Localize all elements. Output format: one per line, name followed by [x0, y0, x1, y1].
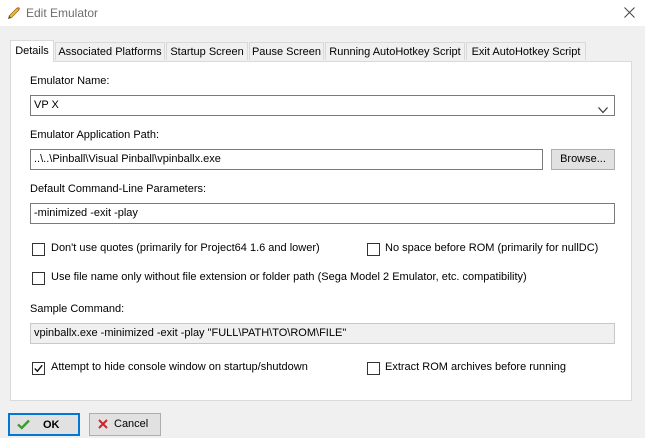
tab-exit-autohotkey-script[interactable]: Exit AutoHotkey Script: [466, 42, 586, 60]
hide-console-label: Attempt to hide console window on startu…: [51, 361, 308, 373]
filename-only-label: Use file name only without file extensio…: [51, 271, 527, 283]
close-button[interactable]: [615, 0, 645, 26]
no-quotes-label: Don't use quotes (primarily for Project6…: [51, 242, 320, 254]
cancel-label: Cancel: [114, 418, 149, 430]
browse-button[interactable]: Browse...: [551, 149, 615, 170]
x-icon: [98, 419, 108, 432]
ok-button[interactable]: OK: [8, 413, 80, 436]
cancel-button[interactable]: Cancel: [89, 413, 161, 436]
tab-details[interactable]: Details: [10, 40, 54, 62]
no-space-label: No space before ROM (primarily for nullD…: [385, 242, 599, 254]
tab-associated-platforms[interactable]: Associated Platforms: [55, 42, 165, 60]
sample-command-label: Sample Command:: [30, 303, 125, 315]
tab-pause-screen[interactable]: Pause Screen: [249, 42, 324, 60]
tab-running-autohotkey-script[interactable]: Running AutoHotkey Script: [325, 42, 465, 60]
command-line-params-input[interactable]: -minimized -exit -play: [30, 203, 615, 224]
emulator-name-dropdown[interactable]: VP X: [30, 95, 615, 116]
title-bar: Edit Emulator: [0, 0, 645, 26]
window-title: Edit Emulator: [26, 6, 99, 20]
filename-only-checkbox[interactable]: [32, 272, 45, 285]
extract-rom-label: Extract ROM archives before running: [385, 361, 566, 373]
no-space-checkbox[interactable]: [367, 243, 380, 256]
hide-console-checkbox[interactable]: [32, 362, 45, 375]
emulator-name-value: VP X: [34, 99, 59, 111]
chevron-down-icon: [598, 102, 608, 115]
emulator-path-label: Emulator Application Path:: [30, 129, 160, 141]
pencil-icon: [6, 4, 22, 20]
emulator-path-input[interactable]: ..\..\Pinball\Visual Pinball\vpinballx.e…: [30, 149, 543, 170]
check-icon: [17, 419, 30, 433]
emulator-name-label: Emulator Name:: [30, 75, 110, 87]
extract-rom-checkbox[interactable]: [367, 362, 380, 375]
tab-startup-screen[interactable]: Startup Screen: [166, 42, 248, 60]
checkmark-icon: [34, 364, 43, 373]
ok-label: OK: [43, 419, 60, 431]
details-panel: Emulator Name: VP X Emulator Application…: [10, 61, 632, 401]
no-quotes-checkbox[interactable]: [32, 243, 45, 256]
close-icon: [624, 7, 635, 18]
command-line-params-label: Default Command-Line Parameters:: [30, 183, 207, 195]
sample-command-field: vpinballx.exe -minimized -exit -play "FU…: [30, 323, 615, 344]
